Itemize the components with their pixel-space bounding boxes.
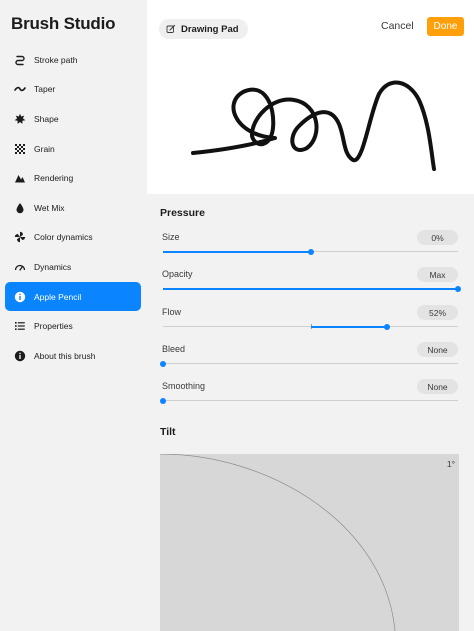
size-value[interactable]: 0%	[417, 230, 458, 245]
tilt-curve	[160, 454, 396, 631]
sidebar-item-label: Taper	[34, 84, 56, 95]
main-panel: Drawing Pad Cancel Done Pressure Size 0%…	[147, 0, 474, 631]
sidebar-item-grain[interactable]: Grain	[5, 134, 141, 164]
edit-icon	[166, 24, 176, 34]
settings-panel: Pressure Size 0% Opacity Max Flow 52% Bl…	[147, 194, 474, 631]
done-button[interactable]: Done	[427, 17, 464, 36]
slider-fill	[310, 325, 388, 328]
sidebar-item-label: Dynamics	[34, 261, 72, 272]
sidebar-item-label: Properties	[34, 321, 73, 332]
tilt-graph[interactable]: 1°	[160, 454, 459, 631]
sidebar-item-label: About this brush	[34, 350, 96, 361]
bleed-slider[interactable]	[160, 360, 458, 367]
sidebar-item-color-dynamics[interactable]: Color dynamics	[5, 223, 141, 253]
app-title: Brush Studio	[11, 14, 116, 33]
sidebar-item-properties[interactable]: Properties	[5, 311, 141, 341]
wet-mix-icon	[14, 202, 26, 214]
opacity-value[interactable]: Max	[417, 267, 458, 282]
bleed-value[interactable]: None	[417, 342, 458, 357]
smoothing-label: Smoothing	[162, 381, 206, 391]
opacity-slider[interactable]	[163, 285, 461, 292]
drawing-pad-canvas[interactable]	[147, 44, 474, 194]
shape-icon	[14, 113, 26, 125]
size-label: Size	[162, 232, 180, 242]
taper-icon	[14, 83, 26, 95]
tilt-value: 1°	[446, 459, 455, 469]
sidebar-item-shape[interactable]: Shape	[5, 104, 141, 134]
sidebar-item-dynamics[interactable]: Dynamics	[5, 252, 141, 282]
sidebar: Brush Studio Stroke path Taper Shape Grain R…	[0, 0, 147, 631]
drawing-pad-label: Drawing Pad	[181, 23, 239, 35]
sidebar-item-wet-mix[interactable]: Wet Mix	[5, 193, 141, 223]
sidebar-item-stroke-path[interactable]: Stroke path	[5, 45, 141, 75]
grain-icon	[14, 143, 26, 155]
slider-fill	[163, 250, 311, 253]
flow-slider[interactable]	[163, 323, 458, 330]
sidebar-item-label: Shape	[34, 113, 59, 124]
slider-knob[interactable]	[307, 248, 314, 255]
properties-icon	[14, 320, 26, 332]
sidebar-item-label: Grain	[34, 143, 55, 154]
cancel-button[interactable]: Cancel	[381, 20, 414, 32]
sidebar-nav: Stroke path Taper Shape Grain Rendering Wet M…	[5, 45, 141, 371]
tilt-title: Tilt	[160, 426, 176, 438]
sidebar-item-apple-pencil[interactable]: Apple Pencil	[5, 281, 141, 312]
bleed-label: Bleed	[162, 344, 186, 354]
sidebar-item-about[interactable]: About this brush	[5, 341, 141, 371]
color-dynamics-icon	[14, 231, 26, 243]
flow-label: Flow	[162, 307, 182, 317]
apple-pencil-icon	[14, 291, 26, 303]
sidebar-item-label: Wet Mix	[34, 202, 65, 213]
smoothing-slider[interactable]	[160, 397, 458, 404]
pressure-title: Pressure	[160, 207, 205, 219]
sidebar-item-taper[interactable]: Taper	[5, 75, 141, 105]
sidebar-item-rendering[interactable]: Rendering	[5, 163, 141, 193]
drawing-pad-button[interactable]: Drawing Pad	[159, 19, 248, 39]
about-icon	[14, 350, 26, 362]
flow-value[interactable]: 52%	[417, 305, 458, 320]
slider-fill	[163, 287, 458, 290]
dynamics-icon	[14, 261, 26, 273]
sidebar-item-label: Stroke path	[34, 54, 78, 65]
slider-knob[interactable]	[160, 397, 166, 404]
sidebar-item-label: Apple Pencil	[34, 291, 82, 302]
slider-knob[interactable]	[455, 285, 461, 292]
opacity-label: Opacity	[162, 269, 193, 279]
size-slider[interactable]	[163, 248, 458, 255]
slider-knob[interactable]	[384, 323, 391, 330]
smoothing-value[interactable]: None	[417, 379, 458, 394]
sidebar-item-label: Rendering	[34, 173, 74, 184]
slider-knob[interactable]	[160, 360, 166, 367]
sidebar-item-label: Color dynamics	[34, 232, 93, 243]
stroke-path-icon	[14, 54, 26, 66]
brush-stroke-preview	[191, 80, 436, 171]
rendering-icon	[14, 172, 26, 184]
